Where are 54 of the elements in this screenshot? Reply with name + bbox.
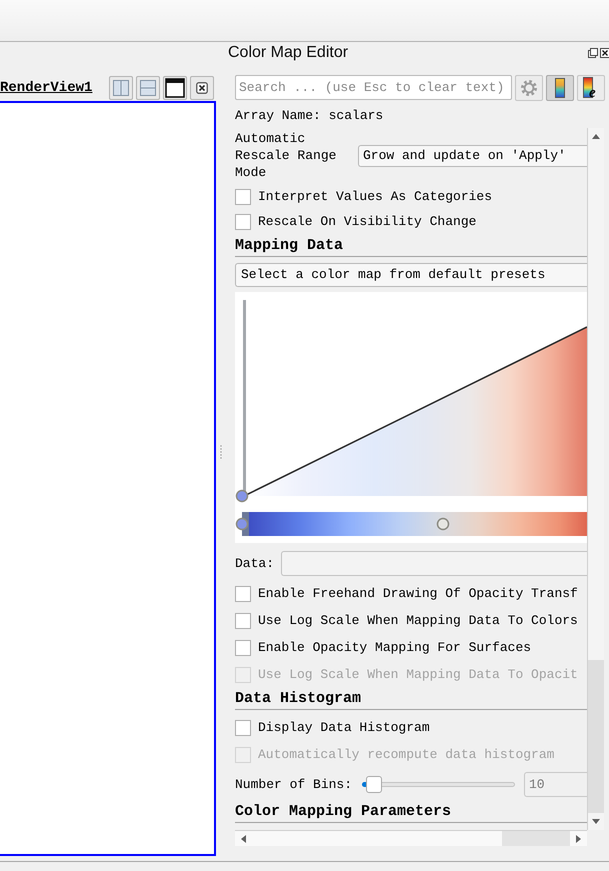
bins-slider[interactable] (362, 776, 515, 793)
color-bar-icon (555, 78, 565, 98)
section-header: Mapping Data (235, 236, 344, 256)
checkbox[interactable] (235, 586, 251, 602)
undock-icon[interactable] (588, 48, 598, 58)
rescale-mode-label: Automatic Rescale Range Mode (235, 130, 338, 181)
vertical-scrollbar[interactable] (587, 128, 604, 830)
panel-title: Color Map Editor (228, 43, 348, 63)
checkbox[interactable] (235, 640, 251, 656)
checkbox[interactable] (235, 612, 251, 628)
color-map-button[interactable] (546, 74, 574, 100)
scrollbar-thumb[interactable] (588, 660, 604, 813)
checkbox-label[interactable]: Enable Freehand Drawing Of Opacity Transf (258, 584, 578, 604)
scroll-right-icon[interactable] (576, 834, 581, 842)
data-field[interactable] (281, 551, 587, 576)
rescale-mode-dropdown[interactable]: Grow and update on 'Apply' (358, 144, 587, 166)
section-header: Color Mapping Parameters (235, 802, 452, 822)
maximize-button[interactable] (163, 76, 187, 100)
horizontal-scrollbar[interactable] (235, 830, 587, 846)
split-horizontal-button[interactable] (109, 76, 133, 100)
transfer-function-editor[interactable] (235, 292, 587, 543)
preset-dropdown[interactable]: Select a color map from default presets (235, 263, 587, 287)
split-vertical-icon (140, 80, 156, 96)
scroll-up-icon[interactable] (592, 134, 600, 139)
split-horizontal-icon (113, 80, 129, 96)
view-title: RenderView1 (0, 78, 94, 96)
close-icon (196, 82, 208, 94)
slider-thumb[interactable] (366, 776, 382, 793)
close-icon[interactable] (600, 48, 609, 58)
checkbox-label[interactable]: Use Log Scale When Mapping Data To Colors (258, 610, 578, 630)
data-label: Data: (235, 554, 276, 573)
scroll-left-icon[interactable] (240, 834, 246, 842)
settings-button[interactable] (515, 74, 543, 100)
maximize-icon (165, 78, 185, 98)
close-view-button[interactable] (190, 76, 214, 100)
checkbox[interactable] (235, 188, 251, 204)
bins-label: Number of Bins: (235, 776, 354, 794)
scroll-down-icon[interactable] (592, 819, 600, 824)
color-point-handle[interactable] (236, 518, 248, 530)
bins-value-field[interactable]: 10 (524, 772, 587, 797)
checkbox-label[interactable]: Interpret Values As Categories (258, 186, 492, 206)
checkbox-label[interactable]: Rescale On Visibility Change (258, 212, 476, 232)
color-point-handle[interactable] (436, 518, 450, 530)
checkbox-label[interactable]: Display Data Histogram (258, 718, 430, 738)
section-header: Data Histogram (235, 689, 362, 709)
checkbox[interactable] (235, 214, 251, 230)
search-field[interactable]: Search ... (use Esc to clear text) (235, 75, 512, 100)
edit-color-map-button[interactable]: e (577, 74, 605, 100)
gear-icon (520, 78, 538, 96)
checkbox[interactable] (235, 720, 251, 736)
array-name-label: Array Name: scalars (235, 107, 384, 125)
opacity-point-handle[interactable] (236, 490, 248, 502)
scrollbar-thumb[interactable] (502, 831, 570, 846)
checkbox-label[interactable]: Enable Opacity Mapping For Surfaces (258, 638, 532, 658)
